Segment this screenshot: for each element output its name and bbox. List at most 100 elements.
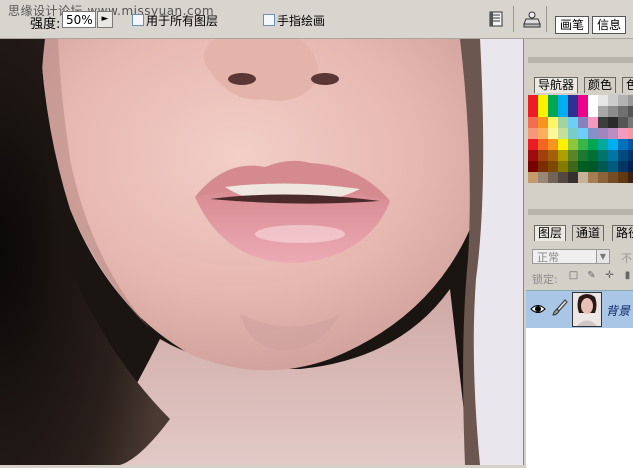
color-swatch[interactable] bbox=[538, 139, 548, 150]
blend-mode-dropdown-icon[interactable]: ▼ bbox=[596, 249, 610, 264]
blend-mode-select[interactable]: 正常 bbox=[532, 249, 604, 264]
color-swatch[interactable] bbox=[598, 161, 608, 172]
color-swatch[interactable] bbox=[558, 161, 568, 172]
tab-navigator[interactable]: 导航器 bbox=[534, 77, 579, 93]
color-swatch[interactable] bbox=[628, 139, 633, 150]
color-swatch[interactable] bbox=[598, 150, 608, 161]
color-swatch[interactable] bbox=[628, 150, 633, 161]
color-swatch[interactable] bbox=[558, 172, 568, 183]
color-swatch[interactable] bbox=[598, 128, 608, 139]
panel-titlebar[interactable] bbox=[528, 209, 633, 215]
color-swatch[interactable] bbox=[598, 172, 608, 183]
color-swatch[interactable] bbox=[528, 117, 538, 128]
color-swatch[interactable] bbox=[578, 150, 588, 161]
color-swatch[interactable] bbox=[538, 95, 548, 106]
color-swatch[interactable] bbox=[628, 128, 633, 139]
lock-image-icon[interactable]: ✎ bbox=[586, 270, 597, 281]
toggle-palettes-icon[interactable] bbox=[521, 9, 541, 29]
color-swatch[interactable] bbox=[608, 150, 618, 161]
color-swatch[interactable] bbox=[558, 150, 568, 161]
color-swatch[interactable] bbox=[578, 172, 588, 183]
tab-info[interactable]: 信息 bbox=[592, 16, 627, 34]
color-swatch[interactable] bbox=[628, 95, 633, 106]
color-swatch[interactable] bbox=[528, 106, 538, 117]
color-swatch[interactable] bbox=[578, 139, 588, 150]
color-swatch[interactable] bbox=[548, 161, 558, 172]
color-swatch[interactable] bbox=[588, 117, 598, 128]
color-swatch[interactable] bbox=[568, 139, 578, 150]
color-swatch[interactable] bbox=[568, 106, 578, 117]
lock-transparent-icon[interactable]: □ bbox=[568, 270, 579, 281]
panel-titlebar[interactable] bbox=[528, 57, 633, 63]
color-swatch[interactable] bbox=[568, 161, 578, 172]
lock-position-icon[interactable]: ✛ bbox=[604, 270, 615, 281]
color-swatch[interactable] bbox=[558, 128, 568, 139]
color-swatch[interactable] bbox=[608, 172, 618, 183]
color-swatch[interactable] bbox=[598, 95, 608, 106]
finger-painting-checkbox[interactable] bbox=[263, 14, 275, 26]
tab-paths[interactable]: 路径 bbox=[612, 225, 633, 241]
tab-color[interactable]: 颜色 bbox=[584, 77, 617, 93]
color-swatch[interactable] bbox=[568, 117, 578, 128]
color-swatch[interactable] bbox=[618, 95, 628, 106]
color-swatch[interactable] bbox=[608, 139, 618, 150]
color-swatch[interactable] bbox=[598, 117, 608, 128]
color-swatch[interactable] bbox=[538, 128, 548, 139]
color-swatch[interactable] bbox=[588, 106, 598, 117]
color-swatch[interactable] bbox=[628, 161, 633, 172]
color-swatch[interactable] bbox=[578, 95, 588, 106]
color-swatch[interactable] bbox=[528, 95, 538, 106]
color-swatch[interactable] bbox=[628, 117, 633, 128]
color-swatch[interactable] bbox=[618, 106, 628, 117]
color-swatch[interactable] bbox=[538, 161, 548, 172]
color-swatch[interactable] bbox=[608, 128, 618, 139]
color-swatch[interactable] bbox=[628, 172, 633, 183]
color-swatch[interactable] bbox=[548, 139, 558, 150]
color-swatch[interactable] bbox=[528, 150, 538, 161]
color-swatch[interactable] bbox=[578, 106, 588, 117]
color-swatch[interactable] bbox=[548, 95, 558, 106]
tab-layers[interactable]: 图层 bbox=[534, 225, 567, 241]
color-swatch[interactable] bbox=[618, 128, 628, 139]
color-swatch[interactable] bbox=[548, 128, 558, 139]
color-swatch[interactable] bbox=[598, 106, 608, 117]
color-swatch[interactable] bbox=[538, 117, 548, 128]
file-browser-icon[interactable] bbox=[486, 9, 506, 29]
color-swatch[interactable] bbox=[608, 106, 618, 117]
color-swatch[interactable] bbox=[578, 117, 588, 128]
color-swatch[interactable] bbox=[608, 95, 618, 106]
color-swatch[interactable] bbox=[568, 128, 578, 139]
color-swatch[interactable] bbox=[618, 139, 628, 150]
document-canvas[interactable] bbox=[0, 39, 523, 465]
color-swatch[interactable] bbox=[548, 150, 558, 161]
color-swatch[interactable] bbox=[578, 128, 588, 139]
color-swatch[interactable] bbox=[618, 172, 628, 183]
color-swatch[interactable] bbox=[608, 117, 618, 128]
color-swatch[interactable] bbox=[548, 117, 558, 128]
color-swatch[interactable] bbox=[618, 117, 628, 128]
color-swatch[interactable] bbox=[608, 161, 618, 172]
color-swatch[interactable] bbox=[588, 172, 598, 183]
color-swatch[interactable] bbox=[538, 106, 548, 117]
color-swatch[interactable] bbox=[588, 150, 598, 161]
color-swatch[interactable] bbox=[588, 161, 598, 172]
sample-all-layers-checkbox[interactable] bbox=[132, 14, 144, 26]
color-swatch[interactable] bbox=[568, 172, 578, 183]
color-swatch[interactable] bbox=[568, 150, 578, 161]
color-swatch[interactable] bbox=[528, 128, 538, 139]
color-swatch[interactable] bbox=[538, 172, 548, 183]
strength-input[interactable]: 50% bbox=[62, 11, 96, 28]
layer-name[interactable]: 背景 bbox=[606, 302, 630, 319]
color-swatch[interactable] bbox=[588, 128, 598, 139]
tab-swatches[interactable]: 色 bbox=[622, 77, 633, 93]
color-swatch[interactable] bbox=[558, 95, 568, 106]
color-swatch[interactable] bbox=[548, 106, 558, 117]
color-swatch[interactable] bbox=[538, 150, 548, 161]
tab-channels[interactable]: 通道 bbox=[572, 225, 605, 241]
color-swatch[interactable] bbox=[558, 117, 568, 128]
color-swatch[interactable] bbox=[598, 139, 608, 150]
color-swatch[interactable] bbox=[588, 139, 598, 150]
color-swatch[interactable] bbox=[528, 139, 538, 150]
lock-all-icon[interactable]: ▮ bbox=[622, 270, 633, 281]
color-swatch[interactable] bbox=[588, 95, 598, 106]
